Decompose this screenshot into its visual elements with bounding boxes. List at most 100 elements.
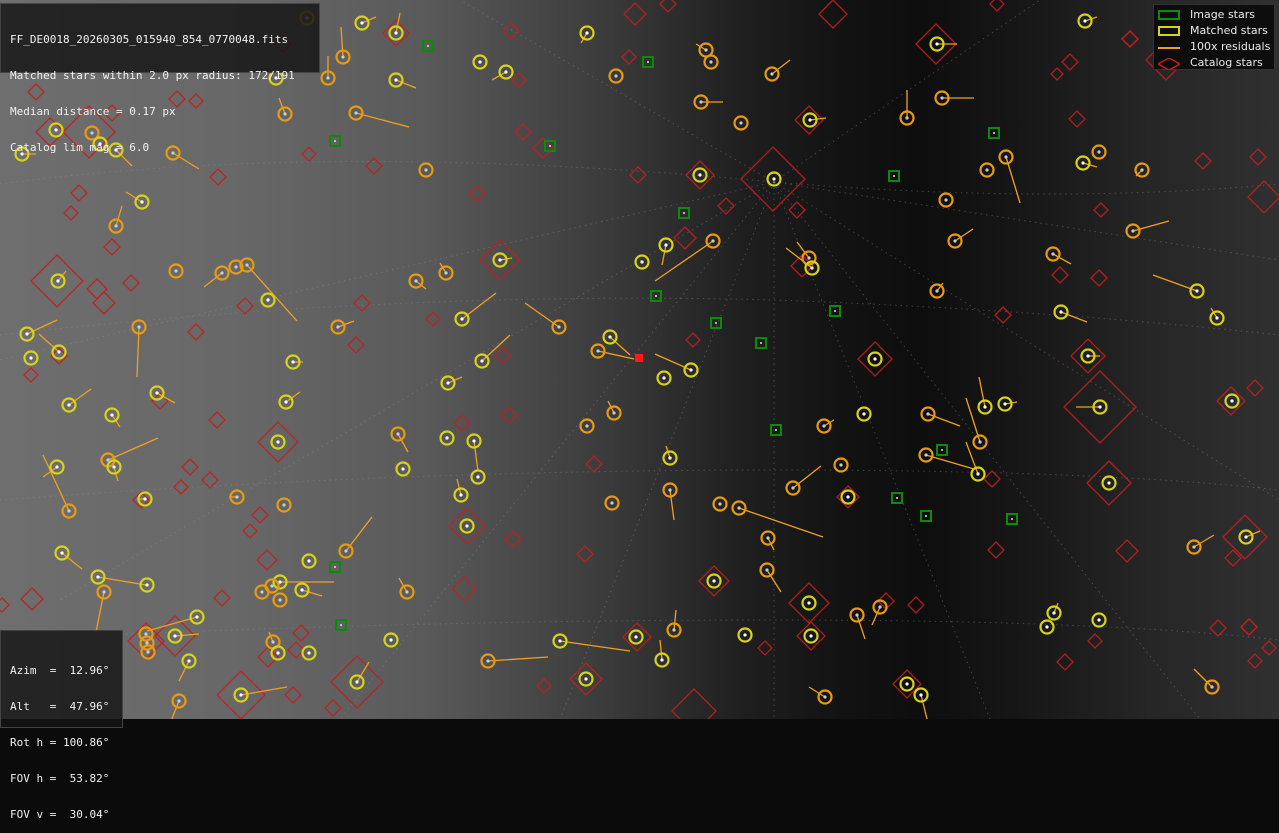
matched-star-core [668,456,672,460]
matched-star-core [414,279,418,283]
matched-star-core [155,391,159,395]
catalog-star-marker [63,205,79,221]
matched-star-core [143,497,147,501]
residual-line [609,336,631,356]
matched-star-core [905,116,909,120]
matched-star-core [953,239,957,243]
image-star-core [925,515,927,517]
image-star-core [941,449,943,451]
catalog-star-marker [425,311,441,327]
catalog-star-marker [453,414,471,432]
matched-star-core [640,260,644,264]
matched-star-core [596,349,600,353]
residual-line [42,454,70,512]
fov-vertical-value: FOV v = 30.04° [10,808,110,821]
matched-star-core [1081,161,1085,165]
catalog-star-marker [1249,148,1267,166]
catalog-star-marker [989,0,1005,12]
image-star-core [683,212,685,214]
matched-star-core [354,111,358,115]
matched-star-core [770,72,774,76]
catalog-star-marker [324,699,342,717]
matched-star-core [307,651,311,655]
catalog-star-marker [623,2,647,26]
matched-star-core [1059,310,1063,314]
matched-star-core [445,436,449,440]
catalog-star-marker [122,274,140,292]
image-star-core [340,624,342,626]
matched-star-core [276,440,280,444]
matched-star-core [1098,405,1102,409]
matched-star-core [557,325,561,329]
matched-star-core [808,118,812,122]
catalog-star-marker [20,587,44,611]
matched-star-core [245,263,249,267]
image-star-core [760,342,762,344]
matched-star-core [112,465,116,469]
matched-star-core [662,376,666,380]
matched-star-core [424,168,428,172]
matched-star-core [608,335,612,339]
matched-star-core [935,289,939,293]
matched-star-core [187,659,191,663]
matched-star-core [291,360,295,364]
catalog-star-marker [208,411,226,429]
matched-star-core [1004,155,1008,159]
residual-line [487,656,549,662]
residual-line [68,388,92,406]
image-stars-layer [329,40,1018,631]
matched-star-core [341,55,345,59]
image-star-core [655,295,657,297]
catalog-star-marker [1240,618,1258,636]
matched-star-core [239,693,243,697]
catalog-star-marker [213,589,231,607]
center-marker-layer [635,354,643,362]
matched-star-core [739,121,743,125]
matched-star-core [1003,402,1007,406]
matched-star-core [102,590,106,594]
matched-star-core [465,524,469,528]
matched-star-core [270,584,274,588]
matched-star-core [444,271,448,275]
matched-star-core [743,633,747,637]
matched-star-core [809,634,813,638]
matched-star-core [67,403,71,407]
catalog-star-marker [1121,30,1139,48]
matched-star-core [498,258,502,262]
matched-star-core [584,677,588,681]
matched-star-core [145,641,149,645]
matched-star-core [878,605,882,609]
matched-star-core [480,359,484,363]
residual-line [792,465,822,489]
matched-star-core [699,100,703,104]
matched-star-core [389,638,393,642]
fov-horizontal-value: FOV h = 53.82° [10,772,110,785]
matched-star-core [504,70,508,74]
catalog-star-marker [511,72,527,88]
matched-star-core [110,413,114,417]
image-star-core [775,429,777,431]
matched-star-core [668,488,672,492]
catalog-star-marker [86,278,108,300]
fit-info-panel: FF_DE0018_20260305_015940_854_0770048.fi… [0,3,320,154]
matched-star-core [822,424,826,428]
catalog-star-marker [1087,633,1103,649]
catalog-star-marker [1246,379,1264,397]
catalog-star-marker [818,0,848,29]
matched-star-core [709,60,713,64]
image-star-core [427,45,429,47]
catalog-star-marker [907,596,925,614]
image-star-core [834,310,836,312]
matched-star-core [278,598,282,602]
image-star-core [549,145,551,147]
catalog-star-marker [629,166,647,184]
image-star-core [993,132,995,134]
matched-star-core [460,317,464,321]
catalog-limit-magnitude: Catalog lim mag = 6.0 [10,141,150,154]
matched-star-core [634,635,638,639]
matched-star-core [1086,354,1090,358]
catalog-star-marker [1240,618,1258,636]
matched-star-core [614,74,618,78]
catalog-star-marker [0,597,10,613]
catalog-star-marker [1090,269,1108,287]
